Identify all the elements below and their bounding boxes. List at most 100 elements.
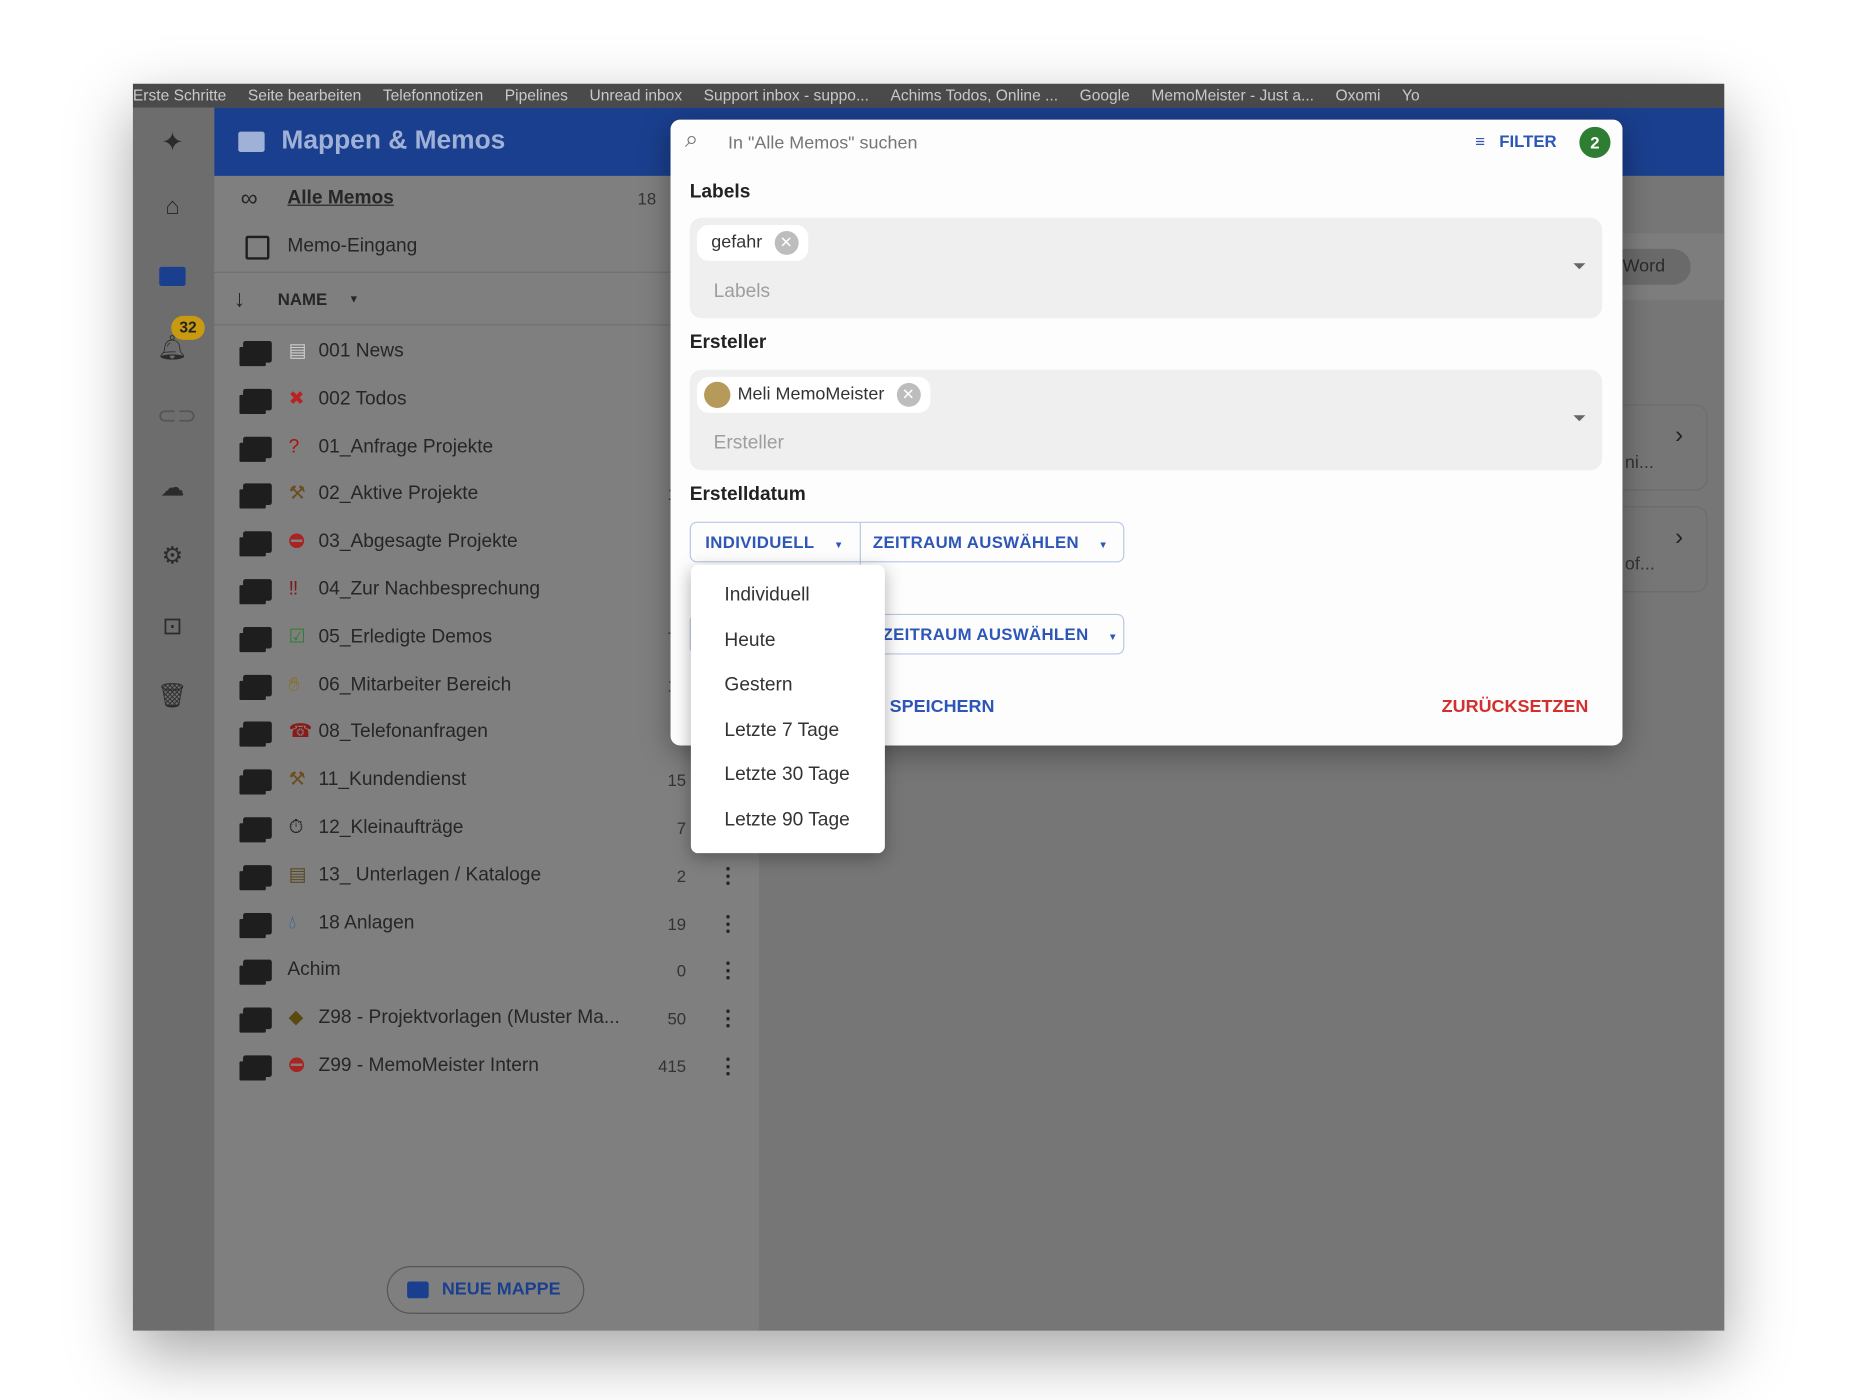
folder-name: 05_Erledigte Demos bbox=[318, 626, 493, 648]
menu-item[interactable]: Heute bbox=[724, 631, 775, 653]
bookmark[interactable]: Achims Todos, Online ... bbox=[890, 86, 1058, 104]
caret-down-icon bbox=[1573, 263, 1586, 270]
creator-chip: Meli MemoMeister ✕ bbox=[696, 376, 930, 413]
caret-down-icon: ▼ bbox=[348, 293, 360, 306]
kebab-icon[interactable]: ⋮ bbox=[717, 901, 739, 946]
filter-button[interactable]: ≡ FILTER bbox=[1475, 132, 1556, 151]
notification-badge: 32 bbox=[171, 315, 205, 340]
bookmark[interactable]: Oxomi bbox=[1336, 86, 1381, 104]
folder-row[interactable]: ⏱︎12_Kleinaufträge7⋮ bbox=[214, 805, 759, 850]
stopwatch-icon: ⏱︎ bbox=[288, 817, 304, 838]
folder-count: 50 bbox=[667, 1008, 687, 1029]
new-folder-label: NEUE MAPPE bbox=[441, 1279, 561, 1300]
no-entry-icon: ⛔︎ bbox=[288, 1055, 305, 1076]
kebab-icon[interactable]: ⋮ bbox=[717, 948, 739, 993]
menu-item[interactable]: Letzte 90 Tage bbox=[724, 810, 849, 832]
bookmark[interactable]: Yo bbox=[1402, 86, 1420, 104]
labels-placeholder: Labels bbox=[713, 281, 771, 302]
date-mode-button[interactable]: INDIVIDUELL ▼ bbox=[691, 523, 860, 565]
archive-icon[interactable]: ⊡ bbox=[157, 611, 188, 642]
search-input[interactable] bbox=[725, 126, 1401, 158]
folder-name: 12_Kleinaufträge bbox=[318, 817, 464, 838]
caret-down-icon: ▼ bbox=[1107, 631, 1118, 643]
creator-select[interactable]: Meli MemoMeister ✕ Ersteller bbox=[689, 369, 1603, 471]
bookmark[interactable]: Unread inbox bbox=[590, 86, 683, 104]
save-button[interactable]: SPEICHERN bbox=[890, 696, 995, 716]
ledger-icon: ▤ bbox=[288, 864, 307, 886]
bookmark[interactable]: Telefonnotizen bbox=[383, 86, 483, 104]
bookmark[interactable]: MemoMeister - Just a... bbox=[1151, 86, 1314, 104]
folder-icon bbox=[243, 817, 272, 839]
labels-select[interactable]: gefahr ✕ Labels bbox=[689, 217, 1603, 319]
telephone-icon: ☎ bbox=[288, 722, 313, 743]
new-folder-button[interactable]: NEUE MAPPE bbox=[386, 1266, 585, 1314]
folder-row[interactable]: Achim 0 ⋮ bbox=[214, 948, 759, 993]
folder-row[interactable]: ▤ 13_ Unterlagen / Kataloge 2 ⋮ bbox=[214, 853, 759, 898]
folder-icon bbox=[243, 1055, 272, 1077]
folder-count: 19 bbox=[667, 913, 687, 933]
folder-icon bbox=[243, 1007, 272, 1030]
chevron-right-icon: › bbox=[1675, 422, 1684, 449]
hammer-wrench-icon: ⚒ bbox=[288, 769, 306, 790]
bookmark[interactable]: Erste Schritte bbox=[133, 86, 226, 104]
folder-name: 01_Anfrage Projekte bbox=[318, 436, 494, 457]
menu-item[interactable]: Gestern bbox=[724, 675, 792, 697]
folder-name: 02_Aktive Projekte bbox=[318, 483, 479, 505]
cloud-download-icon[interactable]: ☁ bbox=[157, 473, 188, 504]
date-mode-label: INDIVIDUELL bbox=[705, 532, 815, 552]
folder-icon bbox=[243, 960, 272, 982]
folder-name: 18 Anlagen bbox=[318, 912, 415, 933]
question-mark-icon: ? bbox=[288, 436, 300, 457]
folder-name: Z98 - Projektvorlagen (Muster Ma... bbox=[318, 1007, 620, 1029]
folder-icon bbox=[243, 769, 272, 792]
menu-item[interactable]: Individuell bbox=[724, 585, 809, 607]
chip-text: gefahr bbox=[711, 232, 763, 253]
folder-row[interactable]: ◆ Z98 - Projektvorlagen (Muster Ma... 50 ⋮ bbox=[214, 996, 759, 1041]
bookmark[interactable]: Google bbox=[1080, 86, 1130, 104]
date-heading: Erstelldatum bbox=[689, 484, 806, 505]
creator-heading: Ersteller bbox=[689, 332, 767, 353]
folder-icon bbox=[238, 131, 265, 152]
menu-item[interactable]: Letzte 30 Tage bbox=[724, 765, 849, 787]
gear-icon[interactable]: ⚙ bbox=[157, 541, 188, 572]
caret-down-icon: ▼ bbox=[833, 539, 844, 551]
remove-chip-icon[interactable]: ✕ bbox=[896, 382, 921, 407]
stage: Erste Schritte Seite bearbeiten Telefonnot… bbox=[0, 0, 1868, 1400]
newspaper-icon: ▤ bbox=[288, 341, 307, 362]
remove-chip-icon[interactable]: ✕ bbox=[774, 230, 799, 255]
folder-icon[interactable] bbox=[157, 261, 188, 292]
bookmark[interactable]: Seite bearbeiten bbox=[248, 86, 361, 104]
folder-name: 06_Mitarbeiter Bereich bbox=[318, 674, 512, 695]
kebab-icon[interactable]: ⋮ bbox=[717, 1043, 739, 1088]
inbox-label: Memo-Eingang bbox=[287, 235, 418, 257]
folder-name: 11_Kundendienst bbox=[318, 769, 467, 790]
trash-icon[interactable]: 🗑︎ bbox=[157, 681, 188, 712]
folder-icon bbox=[243, 674, 272, 696]
folder-row[interactable]: 💧︎ 18 Anlagen 19 ⋮ bbox=[214, 901, 759, 946]
handshake-icon: ✋︎ bbox=[288, 674, 300, 695]
filter-icon: ≡ bbox=[1475, 131, 1485, 151]
kebab-icon[interactable]: ⋮ bbox=[1717, 250, 1724, 274]
bookmark[interactable]: Support inbox - suppo... bbox=[704, 86, 869, 104]
kebab-icon[interactable]: ⋮ bbox=[717, 996, 739, 1041]
folder-name: 03_Abgesagte Projekte bbox=[318, 531, 518, 552]
date-range-button[interactable]: ZEITRAUM AUSWÄHLEN ▼ bbox=[859, 522, 1108, 565]
folder-icon bbox=[243, 341, 272, 363]
date-range-label: ZEITRAUM AUSWÄHLEN bbox=[872, 532, 1079, 552]
menu-item[interactable]: Letzte 7 Tage bbox=[724, 720, 839, 742]
folder-count: 7 bbox=[676, 818, 687, 838]
home-icon[interactable]: ⌂ bbox=[157, 191, 188, 222]
reset-button[interactable]: ZURÜCKSETZEN bbox=[1442, 696, 1589, 716]
search-icon: ⌕ bbox=[684, 126, 699, 154]
folder-icon bbox=[243, 722, 272, 744]
bookmark[interactable]: Pipelines bbox=[505, 86, 568, 104]
folder-row[interactable]: ⛔︎ Z99 - MemoMeister Intern 415 ⋮ bbox=[214, 1043, 759, 1088]
kebab-icon[interactable]: ⋮ bbox=[717, 853, 739, 898]
link-icon[interactable]: ⊂⊃ bbox=[157, 401, 197, 432]
droplet-icon: 💧︎ bbox=[288, 912, 297, 933]
check-box-icon: ☑ bbox=[288, 626, 306, 648]
folder-icon bbox=[243, 579, 272, 601]
folder-row[interactable]: ⚒11_Kundendienst15⋮ bbox=[214, 758, 759, 803]
folder-name: Z99 - MemoMeister Intern bbox=[318, 1055, 539, 1076]
date-button-group: INDIVIDUELL ▼ ZEITRAUM AUSWÄHLEN ▼ bbox=[689, 521, 1125, 565]
